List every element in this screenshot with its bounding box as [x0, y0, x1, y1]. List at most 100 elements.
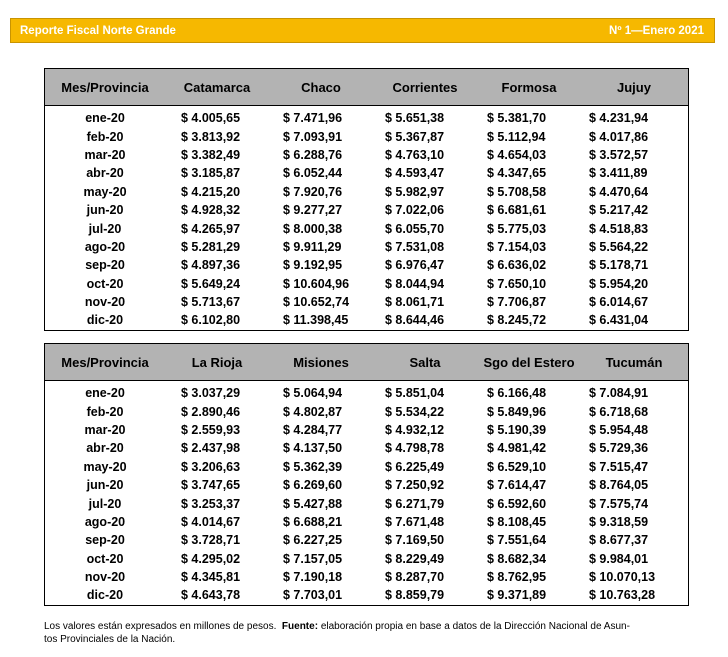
table-row: jun-20 $ 3.747,65 $ 6.269,60 $ 7.250,92 $ 7.… [45, 476, 688, 494]
value-cell: $ 9.192,95 [283, 258, 343, 273]
column-header: Chaco [301, 79, 341, 95]
table-row: may-20 $ 4.215,20 $ 7.920,76 $ 5.982,97 $ 5.… [45, 183, 688, 201]
value-cell: $ 5.281,29 [181, 239, 241, 254]
value-cell: $ 4.345,81 [181, 570, 241, 585]
value-cell: $ 7.190,18 [283, 570, 343, 585]
month-cell: abr-20 [86, 166, 124, 181]
value-cell: $ 8.682,34 [487, 551, 547, 566]
value-cell: $ 7.706,87 [487, 295, 547, 310]
value-cell: $ 8.000,38 [283, 221, 343, 236]
value-cell: $ 8.644,46 [385, 313, 445, 328]
month-cell: jun-20 [86, 478, 124, 493]
value-cell: $ 10.604,96 [283, 276, 350, 291]
table-row: mar-20 $ 3.382,49 $ 6.288,76 $ 4.763,10 $ 4.… [45, 146, 688, 164]
value-cell: $ 5.954,48 [589, 422, 649, 437]
table-row: sep-20 $ 3.728,71 $ 6.227,25 $ 7.169,50 $ 7.… [45, 531, 688, 549]
value-cell: $ 9.984,01 [589, 551, 649, 566]
value-cell: $ 3.253,37 [181, 496, 241, 511]
table-row: abr-20 $ 3.185,87 $ 6.052,44 $ 4.593,47 $ 4.… [45, 164, 688, 182]
table-row: dic-20 $ 4.643,78 $ 7.703,01 $ 8.859,79 $ 9.… [45, 586, 688, 604]
month-cell: oct-20 [86, 551, 124, 566]
value-cell: $ 11.398,45 [283, 313, 349, 328]
value-cell: $ 6.431,04 [589, 313, 649, 328]
value-cell: $ 5.427,88 [283, 496, 343, 511]
table-header-row: Mes/Provincia La Rioja Misiones Salta Sgo de… [45, 344, 688, 381]
value-cell: $ 9.911,29 [283, 239, 342, 254]
month-cell: dic-20 [86, 313, 124, 328]
value-cell: $ 3.572,57 [589, 147, 649, 162]
value-cell: $ 6.271,79 [385, 496, 445, 511]
value-cell: $ 5.713,67 [181, 295, 241, 310]
value-cell: $ 4.643,78 [181, 588, 241, 603]
month-cell: may-20 [83, 459, 127, 474]
table-row: jun-20 $ 4.928,32 $ 9.277,27 $ 7.022,06 $ 6.… [45, 201, 688, 219]
month-cell: jul-20 [88, 496, 122, 511]
value-cell: $ 6.225,49 [385, 459, 445, 474]
value-cell: $ 7.531,08 [385, 239, 445, 254]
value-cell: $ 2.559,93 [181, 422, 241, 437]
table-row: ene-20 $ 3.037,29 $ 5.064,94 $ 5.851,04 $ 6.… [45, 384, 688, 402]
value-cell: $ 5.564,22 [589, 239, 649, 254]
value-cell: $ 6.014,67 [589, 295, 649, 310]
value-cell: $ 4.014,67 [181, 514, 241, 529]
value-cell: $ 7.920,76 [283, 184, 343, 199]
value-cell: $ 7.084,91 [589, 386, 649, 401]
value-cell: $ 7.471,96 [283, 111, 343, 126]
month-cell: mar-20 [84, 422, 126, 437]
value-cell: $ 5.982,97 [385, 184, 445, 199]
value-cell: $ 9.318,59 [589, 514, 649, 529]
value-cell: $ 9.371,89 [487, 588, 547, 603]
value-cell: $ 4.654,03 [487, 147, 547, 162]
value-cell: $ 3.728,71 [181, 533, 241, 548]
value-cell: $ 3.206,63 [181, 459, 241, 474]
column-header: Misiones [293, 354, 349, 370]
value-cell: $ 6.102,80 [181, 313, 241, 328]
value-cell: $ 5.190,39 [487, 422, 547, 437]
footnote-source-line1: elaboración propia en base a datos de la… [320, 621, 630, 632]
month-cell: jun-20 [86, 203, 124, 218]
value-cell: $ 4.897,36 [181, 258, 241, 273]
value-cell: $ 8.764,05 [589, 478, 649, 493]
footnote: Los valores están expresados en millones… [44, 620, 684, 646]
value-cell: $ 3.185,87 [181, 166, 241, 181]
value-cell: $ 4.347,65 [487, 166, 547, 181]
value-cell: $ 5.112,94 [487, 129, 546, 144]
footnote-source-line2: tos Provinciales de la Nación. [44, 634, 176, 645]
value-cell: $ 8.108,45 [487, 514, 547, 529]
value-cell: $ 5.775,03 [487, 221, 547, 236]
value-cell: $ 6.166,48 [487, 386, 547, 401]
value-cell: $ 7.551,64 [487, 533, 547, 548]
value-cell: $ 5.954,20 [589, 276, 649, 291]
value-cell: $ 7.703,01 [283, 588, 343, 603]
value-cell: $ 8.677,37 [589, 533, 649, 548]
value-cell: $ 6.055,70 [385, 221, 445, 236]
table-header-row: Mes/Provincia Catamarca Chaco Corrientes For… [45, 69, 688, 106]
value-cell: $ 5.708,58 [487, 184, 547, 199]
table-row: jul-20 $ 3.253,37 $ 5.427,88 $ 6.271,79 $ 6.… [45, 494, 688, 512]
value-cell: $ 4.215,20 [181, 184, 241, 199]
month-cell: ene-20 [85, 111, 125, 126]
value-cell: $ 5.849,96 [487, 404, 547, 419]
month-cell: ago-20 [84, 514, 126, 529]
value-cell: $ 4.798,78 [385, 441, 445, 456]
column-header: Catamarca [183, 79, 251, 95]
value-cell: $ 6.636,02 [487, 258, 547, 273]
value-cell: $ 4.265,97 [181, 221, 241, 236]
value-cell: $ 4.981,42 [487, 441, 547, 456]
table-row: nov-20 $ 4.345,81 $ 7.190,18 $ 8.287,70 $ 8.… [45, 568, 688, 586]
value-cell: $ 6.592,60 [487, 496, 547, 511]
value-cell: $ 4.017,86 [589, 129, 649, 144]
value-cell: $ 7.169,50 [385, 533, 445, 548]
value-cell: $ 7.250,92 [385, 478, 445, 493]
table-row: oct-20 $ 4.295,02 $ 7.157,05 $ 8.229,49 $ 8.… [45, 550, 688, 568]
table-row: ago-20 $ 4.014,67 $ 6.688,21 $ 7.671,48 $ 8.… [45, 513, 688, 531]
value-cell: $ 5.851,04 [385, 386, 445, 401]
table-northwest-2: Mes/Provincia La Rioja Misiones Salta Sgo de… [44, 343, 689, 606]
month-cell: nov-20 [84, 295, 126, 310]
value-cell: $ 5.362,39 [283, 459, 343, 474]
table-row: dic-20 $ 6.102,80 $ 11.398,45 $ 8.644,46 $ 8… [45, 311, 688, 329]
column-header: Tucumán [605, 354, 663, 370]
value-cell: $ 6.227,25 [283, 533, 343, 548]
value-cell: $ 5.381,70 [487, 111, 547, 126]
month-cell: sep-20 [85, 258, 125, 273]
